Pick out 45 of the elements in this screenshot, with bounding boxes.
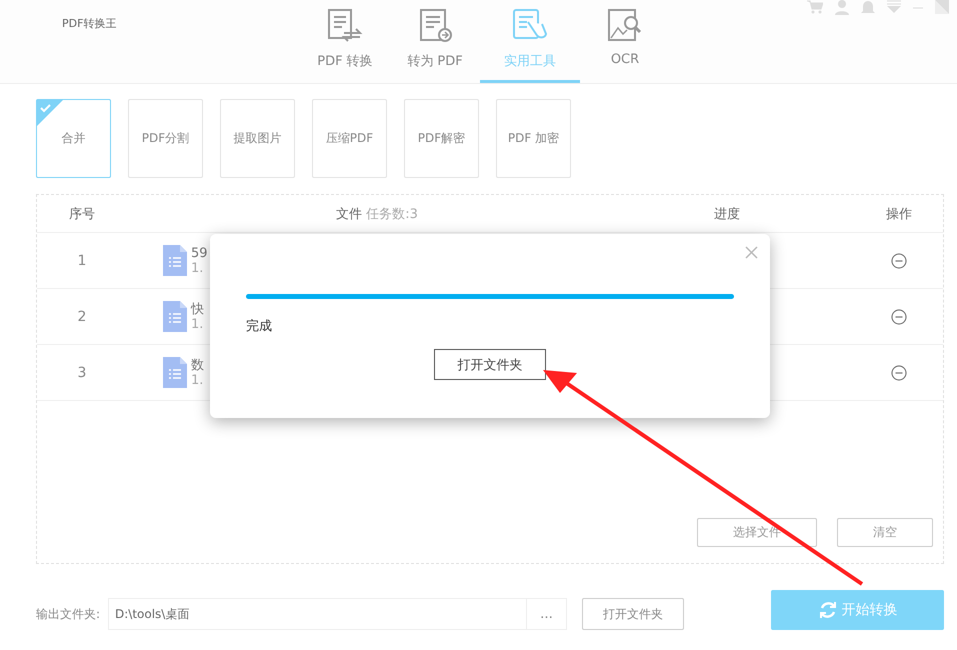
image-magnifier-icon bbox=[606, 8, 644, 44]
document-icon bbox=[163, 301, 187, 332]
file-name: 59 bbox=[191, 246, 208, 260]
row-index: 2 bbox=[78, 308, 86, 324]
user-icon[interactable] bbox=[835, 0, 849, 15]
open-folder-button[interactable]: 打开文件夹 bbox=[434, 349, 546, 380]
file-name: 数 bbox=[191, 358, 204, 372]
check-corner-icon bbox=[37, 100, 63, 126]
file-size: 1. bbox=[191, 372, 204, 388]
nav-tab[interactable]: PDF 转换 bbox=[300, 0, 390, 83]
close-icon[interactable] bbox=[745, 246, 758, 259]
tool-card[interactable]: 合并 bbox=[36, 99, 111, 178]
tool-card[interactable]: 压缩PDF bbox=[312, 99, 387, 178]
menu-icon[interactable] bbox=[887, 0, 901, 14]
file-name: 快 bbox=[191, 302, 204, 316]
tool-card[interactable]: PDF分割 bbox=[128, 99, 203, 178]
status-text: 完成 bbox=[246, 318, 273, 335]
tool-card[interactable]: 提取图片 bbox=[220, 99, 295, 178]
output-folder-label: 输出文件夹: bbox=[36, 606, 102, 622]
row-index: 1 bbox=[78, 252, 86, 268]
bell-icon[interactable] bbox=[861, 0, 875, 15]
tool-card[interactable]: PDF 加密 bbox=[496, 99, 571, 178]
remove-icon[interactable] bbox=[891, 364, 907, 380]
refresh-icon bbox=[818, 600, 838, 620]
column-header: 操作 bbox=[886, 206, 912, 222]
column-header: 文件 任务数:3 bbox=[336, 206, 418, 222]
nav-tab[interactable]: 转为 PDF bbox=[390, 0, 480, 83]
open-folder-button[interactable]: 打开文件夹 bbox=[582, 598, 684, 630]
column-header: 序号 bbox=[69, 206, 95, 222]
document-icon bbox=[163, 357, 187, 388]
remove-icon[interactable] bbox=[891, 308, 907, 324]
row-index: 3 bbox=[78, 364, 86, 380]
cart-icon[interactable] bbox=[807, 0, 823, 14]
window-title: PDF转换王 bbox=[62, 16, 118, 31]
document-arrows-icon bbox=[326, 8, 364, 44]
file-size: 1. bbox=[191, 316, 204, 332]
column-header: 进度 bbox=[714, 206, 740, 222]
output-folder-field[interactable]: D:\tools\桌面 ... bbox=[108, 598, 567, 630]
list-button[interactable]: 清空 bbox=[837, 518, 933, 547]
tool-card[interactable]: PDF解密 bbox=[404, 99, 479, 178]
document-icon bbox=[163, 245, 187, 276]
nav-tab[interactable]: OCR bbox=[580, 0, 670, 83]
file-size: 1. bbox=[191, 260, 204, 276]
remove-icon[interactable] bbox=[891, 252, 907, 268]
maximize-icon[interactable] bbox=[935, 0, 949, 14]
